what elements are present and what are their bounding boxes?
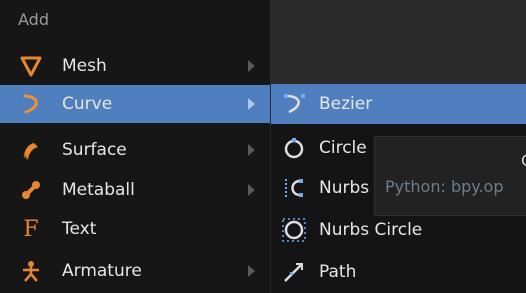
- submenu-arrow-icon: [248, 184, 255, 196]
- submenu-arrow-icon: [248, 60, 255, 72]
- circle-icon: [281, 135, 307, 161]
- submenu-item-label: Nurbs Circle: [319, 220, 423, 240]
- surface-icon: [18, 137, 44, 163]
- path-icon: [281, 259, 307, 285]
- tooltip-python-path: Python: bpy.op: [385, 177, 504, 196]
- menu-title: Add: [18, 10, 49, 29]
- submenu-item-label: Bezier: [319, 94, 373, 114]
- bezier-icon: [281, 91, 307, 117]
- submenu-item-label: Circle: [319, 138, 367, 158]
- nurbs-icon: [281, 175, 307, 201]
- curve-icon: [18, 91, 44, 117]
- submenu-arrow-icon: [248, 98, 255, 110]
- submenu-arrow-icon: [248, 265, 255, 277]
- menu-item-label: Surface: [62, 140, 127, 160]
- tooltip-title: C: [521, 151, 526, 170]
- text-icon: F: [23, 216, 39, 242]
- metaball-icon: [18, 177, 44, 203]
- menu-item-label: Armature: [62, 261, 142, 281]
- menu-item-text[interactable]: F Text: [0, 210, 270, 248]
- mesh-icon: [18, 53, 44, 79]
- tooltip: C Python: bpy.op: [374, 136, 526, 216]
- submenu-item-nurbs-circle[interactable]: Nurbs Circle: [271, 210, 526, 250]
- nurbs-circle-icon: [281, 217, 307, 243]
- add-menu: Add Mesh Curve Surface Metaball F Text A…: [0, 0, 270, 293]
- menu-item-label: Text: [62, 219, 97, 239]
- submenu-item-path[interactable]: Path: [271, 252, 526, 292]
- armature-icon: [18, 258, 44, 284]
- menu-item-label: Mesh: [62, 56, 107, 76]
- menu-item-armature[interactable]: Armature: [0, 252, 270, 290]
- menu-item-label: Curve: [62, 94, 113, 114]
- submenu-item-label: Nurbs: [319, 178, 370, 198]
- menu-item-metaball[interactable]: Metaball: [0, 171, 270, 209]
- submenu-item-bezier[interactable]: Bezier: [271, 84, 526, 124]
- submenu-item-label: Path: [319, 262, 357, 282]
- submenu-arrow-icon: [248, 144, 255, 156]
- menu-item-curve[interactable]: Curve: [0, 85, 270, 123]
- menu-item-surface[interactable]: Surface: [0, 131, 270, 169]
- menu-item-label: Metaball: [62, 180, 135, 200]
- menu-item-mesh[interactable]: Mesh: [0, 47, 270, 85]
